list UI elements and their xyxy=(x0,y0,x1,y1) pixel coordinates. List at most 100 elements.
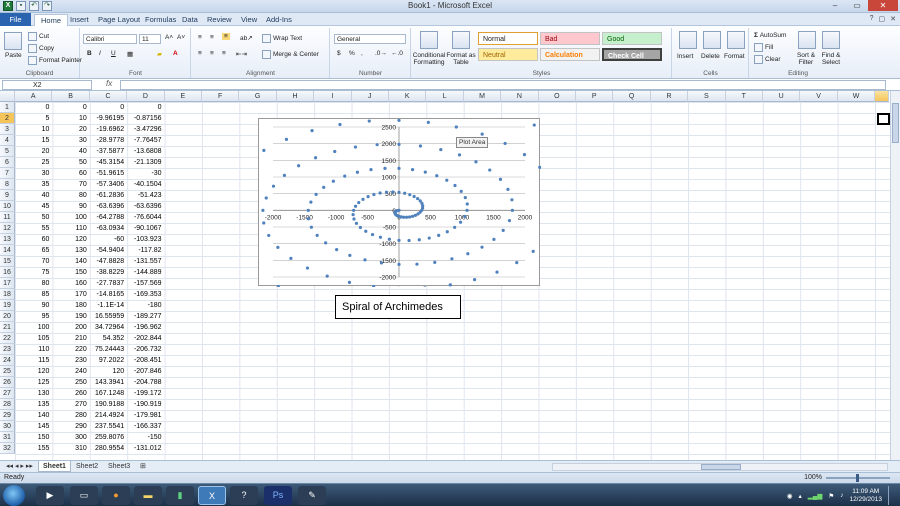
column-header-n[interactable]: N xyxy=(501,91,539,102)
sort-filter-icon[interactable] xyxy=(798,31,816,49)
increase-decimal-icon[interactable]: .0→ xyxy=(375,50,387,57)
cell-b24[interactable]: 230 xyxy=(52,355,89,366)
cell-a25[interactable]: 120 xyxy=(15,366,52,377)
cell-b21[interactable]: 200 xyxy=(52,322,89,333)
row-header-24[interactable]: 24 xyxy=(0,355,15,366)
horizontal-scrollbar[interactable] xyxy=(552,463,888,471)
column-header-r[interactable]: R xyxy=(650,91,689,102)
cell-b25[interactable]: 240 xyxy=(52,366,89,377)
column-header-f[interactable]: F xyxy=(202,91,240,102)
cell-c28[interactable]: 190.9188 xyxy=(90,399,127,410)
font-size-combo[interactable]: 11 xyxy=(139,34,161,44)
cell-d3[interactable]: -3.47296 xyxy=(127,124,164,135)
paste-button[interactable]: Paste xyxy=(5,52,22,59)
shrink-font-button[interactable]: A˅ xyxy=(177,34,185,41)
format-cells-icon[interactable] xyxy=(727,31,745,49)
row-header-1[interactable]: 1 xyxy=(0,102,15,113)
start-button[interactable] xyxy=(3,485,25,506)
fill-color-icon[interactable]: ▰ xyxy=(157,50,162,58)
column-header-e[interactable]: E xyxy=(164,91,202,102)
style-neutral[interactable]: Neutral xyxy=(478,48,538,61)
format-table-icon[interactable] xyxy=(452,31,470,49)
top-align-icon[interactable]: ≡ xyxy=(198,34,202,41)
cell-c13[interactable]: -60 xyxy=(90,234,127,245)
cell-c20[interactable]: 16.55959 xyxy=(90,311,127,322)
cell-d25[interactable]: -207.846 xyxy=(127,366,164,377)
merge-center-button[interactable]: Merge & Center xyxy=(262,50,319,59)
cell-b4[interactable]: 30 xyxy=(52,135,89,146)
cell-a31[interactable]: 150 xyxy=(15,432,52,443)
clock[interactable]: 11:09 AM 12/29/2013 xyxy=(849,488,882,504)
row-header-14[interactable]: 14 xyxy=(0,245,15,256)
row-header-6[interactable]: 6 xyxy=(0,157,15,168)
format-cells-button[interactable]: Format xyxy=(724,53,745,60)
row-header-11[interactable]: 11 xyxy=(0,212,15,223)
row-header-22[interactable]: 22 xyxy=(0,333,15,344)
cell-a16[interactable]: 75 xyxy=(15,267,52,278)
row-header-32[interactable]: 32 xyxy=(0,443,15,454)
font-name-combo[interactable]: Calibri xyxy=(83,34,137,44)
row-header-25[interactable]: 25 xyxy=(0,366,15,377)
style-normal[interactable]: Normal xyxy=(478,32,538,45)
signal-icon[interactable]: ▂▄▆ xyxy=(808,492,823,500)
cell-b11[interactable]: 100 xyxy=(52,212,89,223)
cell-d28[interactable]: -190.919 xyxy=(127,399,164,410)
cell-b20[interactable]: 190 xyxy=(52,311,89,322)
sheet-tab-2[interactable]: Sheet2 xyxy=(72,461,102,472)
wrap-text-button[interactable]: Wrap Text xyxy=(262,34,302,43)
cell-a15[interactable]: 70 xyxy=(15,256,52,267)
cell-d29[interactable]: -179.981 xyxy=(127,410,164,421)
cell-b2[interactable]: 10 xyxy=(52,113,89,124)
tab-data[interactable]: Data xyxy=(176,14,204,26)
indent-icon[interactable]: ⇤⇥ xyxy=(236,50,247,58)
cell-d32[interactable]: -131.012 xyxy=(127,443,164,454)
cell-c8[interactable]: -57.3406 xyxy=(90,179,127,190)
worksheet[interactable]: ABCDEFGHIJKLMNOPQRSTUVW 1 2 3 4 5 6 7 8 9 10 11 12 1… xyxy=(0,91,890,460)
formula-input[interactable] xyxy=(120,80,886,90)
row-header-7[interactable]: 7 xyxy=(0,168,15,179)
media-player-icon[interactable]: ▶ xyxy=(36,486,64,505)
cell-b27[interactable]: 260 xyxy=(52,388,89,399)
cell-d4[interactable]: -7.76457 xyxy=(127,135,164,146)
row-header-2[interactable]: 2 xyxy=(0,113,15,124)
row-header-20[interactable]: 20 xyxy=(0,311,15,322)
cell-c15[interactable]: -47.8828 xyxy=(90,256,127,267)
cell-b16[interactable]: 150 xyxy=(52,267,89,278)
cell-c5[interactable]: -37.5877 xyxy=(90,146,127,157)
borders-icon[interactable]: ▦ xyxy=(127,50,133,58)
row-header-9[interactable]: 9 xyxy=(0,190,15,201)
cell-c22[interactable]: 54.352 xyxy=(90,333,127,344)
cell-c29[interactable]: 214.4924 xyxy=(90,410,127,421)
cell-c21[interactable]: 34.72964 xyxy=(90,322,127,333)
cell-d8[interactable]: -40.1504 xyxy=(127,179,164,190)
name-box[interactable]: X2 xyxy=(2,80,92,90)
row-header-17[interactable]: 17 xyxy=(0,278,15,289)
row-header-8[interactable]: 8 xyxy=(0,179,15,190)
cell-d15[interactable]: -131.557 xyxy=(127,256,164,267)
cell-a17[interactable]: 80 xyxy=(15,278,52,289)
cell-a5[interactable]: 20 xyxy=(15,146,52,157)
cell-c7[interactable]: -51.9615 xyxy=(90,168,127,179)
show-desktop-button[interactable] xyxy=(888,486,896,505)
cell-b29[interactable]: 280 xyxy=(52,410,89,421)
cell-d27[interactable]: -199.172 xyxy=(127,388,164,399)
cell-a6[interactable]: 25 xyxy=(15,157,52,168)
delete-cells-icon[interactable] xyxy=(703,31,721,49)
active-cell-x2[interactable] xyxy=(877,113,890,125)
cell-a3[interactable]: 10 xyxy=(15,124,52,135)
row-header-10[interactable]: 10 xyxy=(0,201,15,212)
cell-a23[interactable]: 110 xyxy=(15,344,52,355)
cell-c14[interactable]: -54.9404 xyxy=(90,245,127,256)
row-header-3[interactable]: 3 xyxy=(0,124,15,135)
cell-a22[interactable]: 105 xyxy=(15,333,52,344)
cell-b17[interactable]: 160 xyxy=(52,278,89,289)
cell-c10[interactable]: -63.6396 xyxy=(90,201,127,212)
fill-button[interactable]: Fill xyxy=(754,43,773,52)
cell-b1[interactable]: 0 xyxy=(52,102,89,113)
cell-c23[interactable]: 75.24443 xyxy=(90,344,127,355)
fx-icon[interactable]: fx xyxy=(106,79,112,88)
cell-b15[interactable]: 140 xyxy=(52,256,89,267)
sheet-tab-3[interactable]: Sheet3 xyxy=(104,461,134,472)
sheet-tab-1[interactable]: Sheet1 xyxy=(38,461,71,472)
column-header-l[interactable]: L xyxy=(426,91,464,102)
